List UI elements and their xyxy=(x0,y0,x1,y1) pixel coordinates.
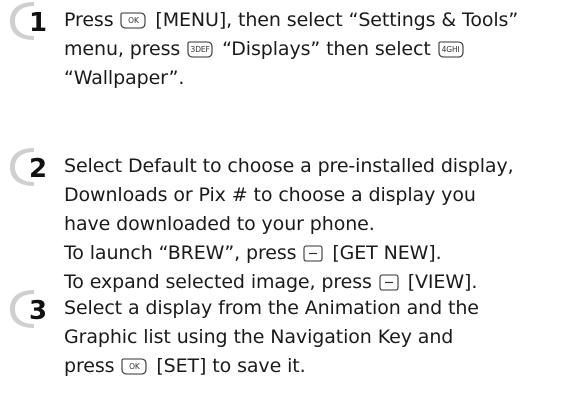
step-number: 3 xyxy=(29,296,47,326)
step-line: Select a display from the Animation and … xyxy=(64,297,479,319)
step-number-badge: 3 xyxy=(8,288,62,330)
right-soft-key-icon xyxy=(303,245,323,262)
step-line: Press OK [MENU], then select “Settings &… xyxy=(64,9,519,31)
step-text: Select a display from the Animation and … xyxy=(64,294,587,381)
step-badge-icon: 1 xyxy=(10,2,47,40)
step-number: 1 xyxy=(29,8,47,38)
step-line: “Wallpaper”. xyxy=(64,67,185,89)
step-number: 2 xyxy=(29,154,47,184)
step-number-badge: 2 xyxy=(8,146,62,188)
step-line: Select Default to choose a pre-installed… xyxy=(64,155,514,177)
step-text: Select Default to choose a pre-installed… xyxy=(64,152,587,297)
step-badge-icon: 2 xyxy=(10,148,47,186)
step-text: Press OK [MENU], then select “Settings &… xyxy=(64,6,587,93)
step-line: To launch “BREW”, press [GET NEW]. xyxy=(64,242,442,264)
left-soft-key-icon xyxy=(379,274,399,291)
step-line: have downloaded to your phone. xyxy=(64,213,375,235)
step-line: To expand selected image, press [VIEW]. xyxy=(64,271,478,293)
key-4ghi-icon: 4GHI xyxy=(438,41,464,58)
step-line: Downloads or Pix # to choose a display y… xyxy=(64,184,476,206)
step-line: press OK [SET] to save it. xyxy=(64,355,306,377)
step-badge-icon: 3 xyxy=(10,290,47,328)
step-line: menu, press 3DEF “Displays” then select … xyxy=(64,35,587,64)
key-3def-icon: 3DEF xyxy=(187,41,213,58)
step-number-badge: 1 xyxy=(8,0,62,42)
ok-key-icon: OK xyxy=(121,358,147,375)
step-line: Graphic list using the Navigation Key an… xyxy=(64,326,454,348)
ok-key-icon: OK xyxy=(120,12,147,29)
